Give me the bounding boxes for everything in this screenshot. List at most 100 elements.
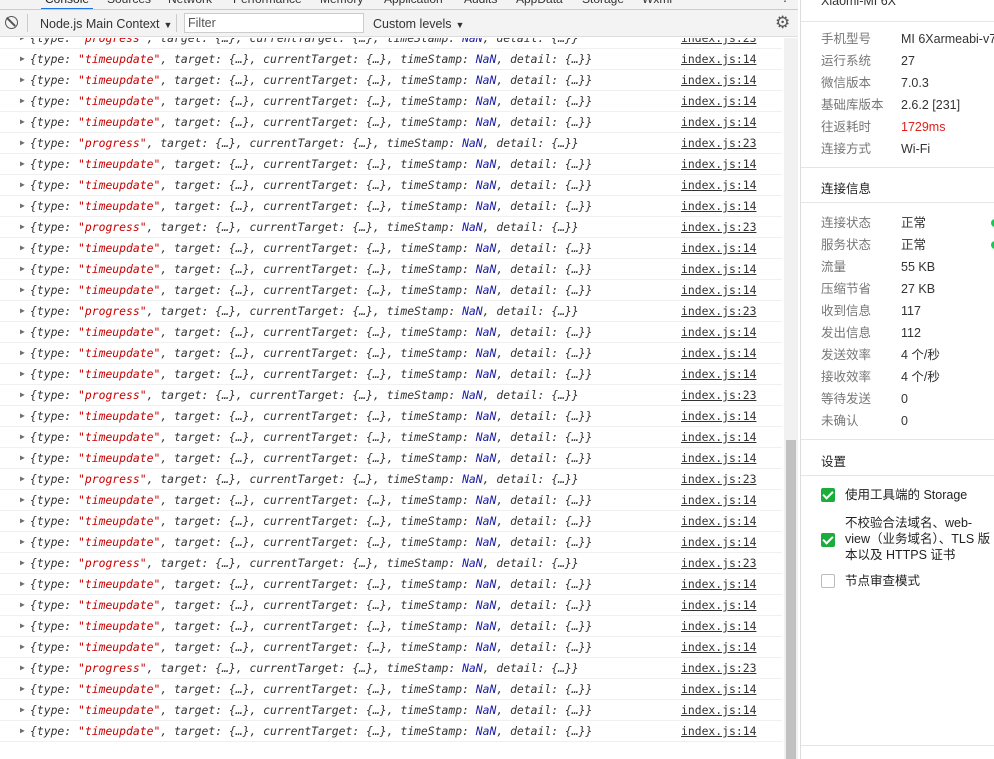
expand-arrow-icon[interactable]: ▶ [20, 154, 25, 174]
log-row[interactable]: ▶ {type: "timeupdate", target: {…}, curre… [0, 448, 782, 469]
tab-memory[interactable]: Memory [320, 0, 363, 6]
setting-label[interactable]: 使用工具端的 Storage [845, 487, 994, 503]
log-levels-dropdown[interactable]: Custom levels ▼ [373, 17, 464, 31]
tab-audits[interactable]: Audits [464, 0, 497, 6]
tab-storage[interactable]: Storage [582, 0, 624, 6]
log-row[interactable]: ▶ {type: "timeupdate", target: {…}, curre… [0, 595, 782, 616]
log-row[interactable]: ▶ {type: "timeupdate", target: {…}, curre… [0, 637, 782, 658]
expand-arrow-icon[interactable]: ▶ [20, 385, 25, 405]
log-row[interactable]: ▶{type: "progress", target: {…}, current… [0, 385, 782, 406]
source-link[interactable]: index.js:23 [681, 301, 756, 321]
tab-application[interactable]: Application [384, 0, 443, 6]
log-row[interactable]: ▶{type: "progress", target: {…}, current… [0, 469, 782, 490]
source-link[interactable]: index.js:14 [681, 91, 756, 111]
expand-arrow-icon[interactable]: ▶ [20, 658, 25, 678]
expand-arrow-icon[interactable]: ▶ [20, 700, 25, 720]
source-link[interactable]: index.js:14 [681, 532, 756, 552]
expand-arrow-icon[interactable]: ▶ [20, 343, 25, 363]
source-link[interactable]: index.js:23 [681, 385, 756, 405]
source-link[interactable]: index.js:14 [681, 238, 756, 258]
tab-performance[interactable]: Performance [233, 0, 302, 6]
source-link[interactable]: index.js:23 [681, 658, 756, 678]
source-link[interactable]: index.js:14 [681, 49, 756, 69]
expand-arrow-icon[interactable]: ▶ [20, 490, 25, 510]
expand-arrow-icon[interactable]: ▶ [20, 259, 25, 279]
source-link[interactable]: index.js:14 [681, 574, 756, 594]
source-link[interactable]: index.js:14 [681, 322, 756, 342]
expand-arrow-icon[interactable]: ▶ [20, 280, 25, 300]
source-link[interactable]: index.js:14 [681, 259, 756, 279]
tab-appdata[interactable]: AppData [516, 0, 563, 6]
source-link[interactable]: index.js:14 [681, 70, 756, 90]
log-row[interactable]: ▶ {type: "timeupdate", target: {…}, curre… [0, 238, 782, 259]
expand-arrow-icon[interactable]: ▶ [20, 469, 25, 489]
source-link[interactable]: index.js:14 [681, 196, 756, 216]
log-row[interactable]: ▶ {type: "timeupdate", target: {…}, curre… [0, 91, 782, 112]
tab-network[interactable]: Network [168, 0, 212, 6]
source-link[interactable]: index.js:14 [681, 448, 756, 468]
source-link[interactable]: index.js:14 [681, 406, 756, 426]
log-row[interactable]: ▶{type: "progress", target: {…}, current… [0, 301, 782, 322]
source-link[interactable]: index.js:14 [681, 490, 756, 510]
expand-arrow-icon[interactable]: ▶ [20, 133, 25, 153]
log-row[interactable]: ▶ {type: "timeupdate", target: {…}, curre… [0, 196, 782, 217]
clear-console-icon[interactable] [5, 16, 18, 29]
log-row[interactable]: ▶ {type: "timeupdate", target: {…}, curre… [0, 574, 782, 595]
expand-arrow-icon[interactable]: ▶ [20, 49, 25, 69]
log-row[interactable]: ▶{type: "progress", target: {…}, current… [0, 658, 782, 679]
log-row[interactable]: ▶ {type: "timeupdate", target: {…}, curre… [0, 721, 782, 742]
log-row[interactable]: ▶ {type: "timeupdate", target: {…}, curre… [0, 406, 782, 427]
source-link[interactable]: index.js:14 [681, 175, 756, 195]
log-row[interactable]: ▶ {type: "timeupdate", target: {…}, curre… [0, 679, 782, 700]
expand-arrow-icon[interactable]: ▶ [20, 217, 25, 237]
expand-arrow-icon[interactable]: ▶ [20, 175, 25, 195]
expand-arrow-icon[interactable]: ▶ [20, 112, 25, 132]
log-row[interactable]: ▶ {type: "timeupdate", target: {…}, curre… [0, 280, 782, 301]
source-link[interactable]: index.js:14 [681, 280, 756, 300]
source-link[interactable]: index.js:14 [681, 700, 756, 720]
source-link[interactable]: index.js:14 [681, 364, 756, 384]
expand-arrow-icon[interactable]: ▶ [20, 196, 25, 216]
context-selector[interactable]: Node.js Main Context ▼ [40, 17, 172, 31]
tab-sources[interactable]: Sources [107, 0, 151, 6]
source-link[interactable]: index.js:14 [681, 616, 756, 636]
source-link[interactable]: index.js:23 [681, 217, 756, 237]
setting-checkbox[interactable] [821, 574, 835, 588]
expand-arrow-icon[interactable]: ▶ [20, 553, 25, 573]
setting-checkbox[interactable] [821, 533, 835, 547]
expand-arrow-icon[interactable]: ▶ [20, 238, 25, 258]
more-tabs-icon[interactable]: ⋮ [779, 0, 791, 4]
log-row[interactable]: ▶ {type: "timeupdate", target: {…}, curre… [0, 490, 782, 511]
setting-label[interactable]: 不校验合法域名、web-view（业务域名）、TLS 版本以及 HTTPS 证书 [845, 515, 994, 563]
log-row[interactable]: ▶ {type: "timeupdate", target: {…}, curre… [0, 154, 782, 175]
log-row[interactable]: ▶ {type: "timeupdate", target: {…}, curre… [0, 175, 782, 196]
expand-arrow-icon[interactable]: ▶ [20, 322, 25, 342]
setting-label[interactable]: 节点审查模式 [845, 573, 994, 589]
tab-console[interactable]: Console [40, 0, 94, 9]
expand-arrow-icon[interactable]: ▶ [20, 721, 25, 741]
gear-icon[interactable]: ⚙ [775, 14, 790, 31]
source-link[interactable]: index.js:14 [681, 679, 756, 699]
expand-arrow-icon[interactable]: ▶ [20, 406, 25, 426]
expand-arrow-icon[interactable]: ▶ [20, 70, 25, 90]
expand-arrow-icon[interactable]: ▶ [20, 532, 25, 552]
source-link[interactable]: index.js:23 [681, 469, 756, 489]
scrollbar-thumb[interactable] [786, 440, 796, 759]
expand-arrow-icon[interactable]: ▶ [20, 595, 25, 615]
source-link[interactable]: index.js:14 [681, 154, 756, 174]
log-row[interactable]: ▶ {type: "timeupdate", target: {…}, curre… [0, 511, 782, 532]
source-link[interactable]: index.js:14 [681, 637, 756, 657]
log-row[interactable]: ▶{type: "progress", target: {…}, current… [0, 217, 782, 238]
expand-arrow-icon[interactable]: ▶ [20, 38, 25, 48]
source-link[interactable]: index.js:23 [681, 38, 756, 48]
expand-arrow-icon[interactable]: ▶ [20, 427, 25, 447]
log-row[interactable]: ▶ {type: "timeupdate", target: {…}, curre… [0, 427, 782, 448]
source-link[interactable]: index.js:14 [681, 511, 756, 531]
log-row[interactable]: ▶{type: "progress", target: {…}, current… [0, 38, 782, 49]
log-row[interactable]: ▶ {type: "timeupdate", target: {…}, curre… [0, 259, 782, 280]
filter-input[interactable] [184, 13, 364, 33]
expand-arrow-icon[interactable]: ▶ [20, 91, 25, 111]
expand-arrow-icon[interactable]: ▶ [20, 637, 25, 657]
log-row[interactable]: ▶ {type: "timeupdate", target: {…}, curre… [0, 616, 782, 637]
source-link[interactable]: index.js:14 [681, 595, 756, 615]
